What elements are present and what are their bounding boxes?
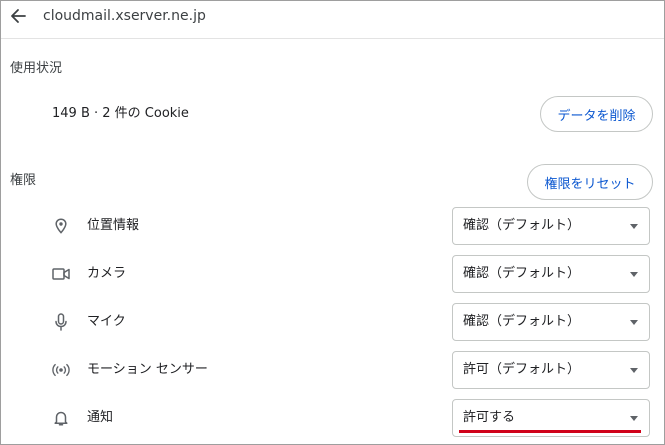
permission-row-microphone: マイク 確認（デフォルト）	[0, 303, 665, 343]
permission-label-motion-sensor: モーション センサー	[87, 362, 208, 377]
motion-sensor-select-value: 許可（デフォルト）	[463, 362, 581, 377]
back-button[interactable]	[8, 6, 28, 26]
permission-row-location: 位置情報 確認（デフォルト）	[0, 207, 665, 247]
location-select[interactable]: 確認（デフォルト）	[452, 207, 650, 245]
arrow-left-icon	[11, 9, 26, 23]
permission-label-notifications: 通知	[87, 410, 114, 425]
chevron-down-icon	[630, 368, 638, 373]
camera-icon	[52, 265, 70, 283]
permission-label-camera: カメラ	[87, 266, 127, 281]
permissions-heading: 権限	[10, 173, 37, 188]
camera-select[interactable]: 確認（デフォルト）	[452, 255, 650, 293]
site-title: cloudmail.xserver.ne.jp	[43, 8, 206, 24]
camera-select-value: 確認（デフォルト）	[463, 266, 581, 281]
chevron-down-icon	[630, 416, 638, 421]
motion-sensor-icon	[52, 361, 70, 379]
microphone-select[interactable]: 確認（デフォルト）	[452, 303, 650, 341]
usage-summary: 149 B · 2 件の Cookie	[52, 106, 189, 121]
chevron-down-icon	[630, 320, 638, 325]
bell-icon	[52, 409, 70, 427]
permission-row-camera: カメラ 確認（デフォルト）	[0, 255, 665, 295]
chevron-down-icon	[630, 272, 638, 277]
permission-label-location: 位置情報	[87, 218, 140, 233]
highlight-underline	[459, 430, 641, 433]
microphone-icon	[52, 313, 70, 331]
permission-row-motion-sensor: モーション センサー 許可（デフォルト）	[0, 351, 665, 391]
usage-heading: 使用状況	[10, 61, 63, 76]
motion-sensor-select[interactable]: 許可（デフォルト）	[452, 351, 650, 389]
location-pin-icon	[52, 217, 70, 235]
location-select-value: 確認（デフォルト）	[463, 218, 581, 233]
reset-permissions-button[interactable]: 権限をリセット	[527, 164, 653, 200]
delete-data-button[interactable]: データを削除	[540, 96, 653, 132]
notifications-select-value: 許可する	[463, 410, 516, 425]
microphone-select-value: 確認（デフォルト）	[463, 314, 581, 329]
permission-label-microphone: マイク	[87, 314, 126, 329]
permission-row-notifications: 通知 許可する	[0, 399, 665, 439]
chevron-down-icon	[630, 224, 638, 229]
header-divider	[1, 38, 664, 39]
